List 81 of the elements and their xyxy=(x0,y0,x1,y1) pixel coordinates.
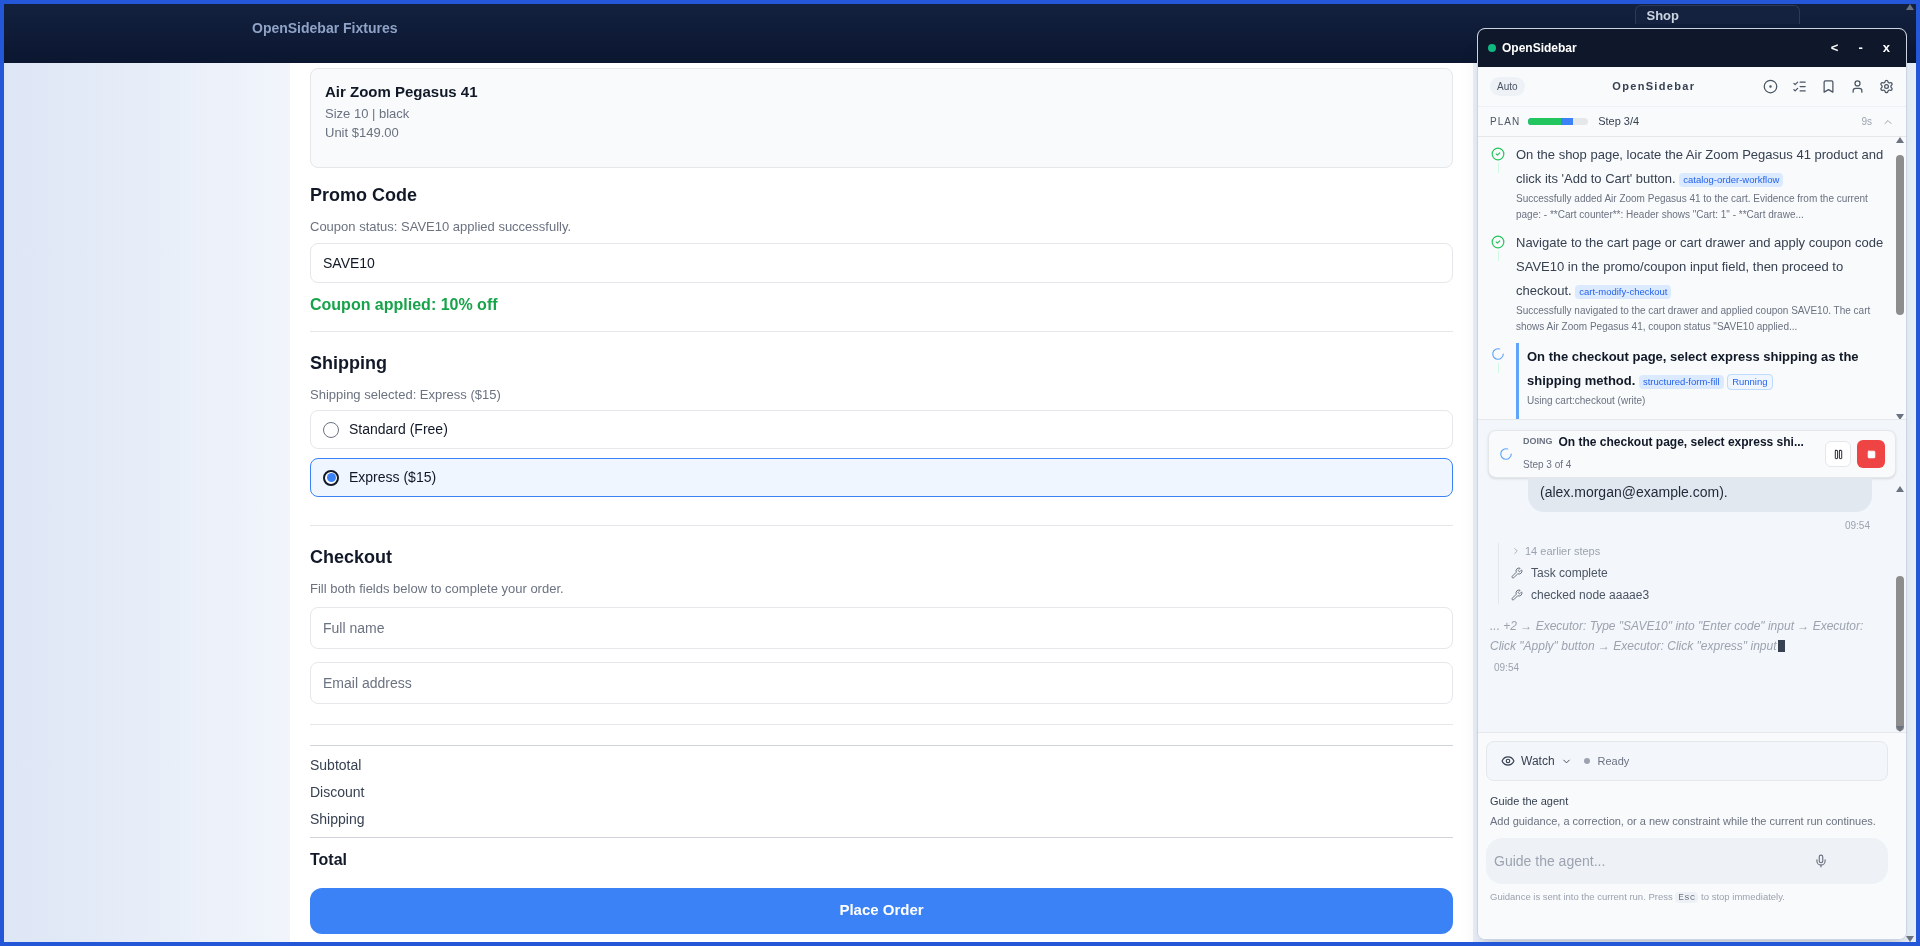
check-circle-icon xyxy=(1491,147,1505,161)
plan-label: PLAN xyxy=(1490,115,1521,129)
key-label: Esc xyxy=(1675,891,1699,903)
step-note: Successfully navigated to the cart drawer and applied coupon SAVE10. The cart shows Air Zoom Pegasus 41, coupon status "SAVE10 applied... xyxy=(1516,304,1872,334)
shipping-status: Shipping selected: Express ($15) xyxy=(310,385,502,404)
step-note: Using cart:checkout (write) xyxy=(1527,394,1647,408)
product-variant: Size 10 | black xyxy=(325,104,411,123)
sidebar-title: OpenSidebar xyxy=(1502,40,1577,57)
site-title: OpenSidebar Fixtures xyxy=(252,19,398,38)
coupon-status: Coupon status: SAVE10 applied successfully. xyxy=(310,218,573,236)
summary-label: Discount xyxy=(310,782,366,802)
summary-label: Shipping xyxy=(310,809,366,829)
step-text: On the checkout page, select express shipping as the shipping method. structured-form-fill Running xyxy=(1527,348,1860,392)
elapsed-time: 9s xyxy=(1861,115,1872,129)
window-button[interactable]: x xyxy=(1882,38,1890,58)
activity-log: ... +2 → Executor: Type "SAVE10" into "Enter code" input → Executor: Click "Apply" button → Executor: Click "express" input xyxy=(1490,617,1865,655)
step-text: Navigate to the cart page or cart drawer and apply coupon code SAVE10 in the promo/coupon input field, then proceed to checkout. cart-modify-checkout xyxy=(1516,234,1885,301)
wrench-icon xyxy=(1511,588,1523,601)
step-note: Successfully added Air Zoom Pegasus 41 to the cart. Evidence from the current page: - **Cart counter**: Header shows "Cart: 1" - **Cart drawe... xyxy=(1516,192,1869,222)
check-circle-icon xyxy=(1491,235,1505,249)
tool-call-text: Task complete xyxy=(1531,564,1608,582)
current-step-text: On the checkout page, select express shi... xyxy=(1558,434,1804,451)
window-button[interactable]: < xyxy=(1830,38,1839,58)
sidebar-heading: OpenSidebar xyxy=(1611,79,1697,95)
text-field[interactable]: Email address xyxy=(310,661,1453,704)
bookmark-icon[interactable] xyxy=(1821,79,1836,94)
scrollbar[interactable] xyxy=(1894,137,1906,419)
total-label: Total xyxy=(310,849,349,870)
microphone-icon[interactable] xyxy=(1814,853,1828,868)
window-button[interactable]: - xyxy=(1858,38,1863,58)
watch-dropdown[interactable]: Watch xyxy=(1501,752,1572,770)
product-name: Air Zoom Pegasus 41 xyxy=(325,82,479,102)
guide-description: Add guidance, a correction, or a new constraint while the current run continues. xyxy=(1490,813,1877,829)
place-order-button[interactable]: Place Order xyxy=(310,887,1453,934)
step-text: On the shop page, locate the Air Zoom Pegasus 41 product and click its 'Add to Cart' button. catalog-order-workflow xyxy=(1516,146,1885,189)
section-heading: Checkout xyxy=(310,546,393,569)
spinner-icon xyxy=(1491,347,1505,361)
user-icon[interactable] xyxy=(1850,79,1865,94)
skill-tag: cart-modify-checkout xyxy=(1575,284,1672,299)
pause-button[interactable] xyxy=(1825,441,1851,467)
section-heading: Promo Code xyxy=(310,184,418,207)
eye-icon xyxy=(1501,754,1515,768)
message-time: 09:54 xyxy=(1844,519,1870,533)
message-text: (alex.morgan@example.com). xyxy=(1540,484,1728,500)
status-badge: Running xyxy=(1727,373,1773,390)
radio-button[interactable] xyxy=(323,421,339,438)
settings-icon[interactable] xyxy=(1879,79,1894,94)
tool-call-text: checked node aaaae3 xyxy=(1531,586,1650,604)
pause-icon xyxy=(1832,448,1844,460)
wrench-icon xyxy=(1511,566,1523,579)
coupon-message: Coupon applied: 10% off xyxy=(310,294,499,315)
spinner-icon xyxy=(1499,447,1513,461)
step-counter: Step 3/4 xyxy=(1598,114,1640,130)
checklist-icon[interactable] xyxy=(1792,79,1807,94)
stop-button[interactable] xyxy=(1857,440,1885,468)
mode-badge: Auto xyxy=(1490,77,1525,96)
scrollbar[interactable] xyxy=(1904,4,1916,942)
store-select[interactable]: Shop xyxy=(1635,5,1801,24)
chevron-right-icon xyxy=(1511,546,1521,557)
guidance-footer: Guidance is sent into the current run. Press Esc to stop immediately. xyxy=(1490,889,1888,905)
skill-tag: structured-form-fill xyxy=(1638,374,1724,389)
skill-tag: catalog-order-workflow xyxy=(1679,172,1784,187)
cursor-block-icon xyxy=(1778,640,1786,653)
shipping-option[interactable]: Express ($15) xyxy=(310,458,1453,497)
product-price: Unit $149.00 xyxy=(325,124,400,142)
section-heading: Shipping xyxy=(310,351,388,375)
stop-icon xyxy=(1866,449,1876,459)
guidance-field[interactable]: Guide the agent... xyxy=(1486,837,1888,884)
ready-status: Ready xyxy=(1597,753,1630,769)
text-field[interactable]: Full name xyxy=(310,606,1453,649)
shipping-option[interactable]: Standard (Free) xyxy=(310,410,1453,449)
target-icon[interactable] xyxy=(1763,79,1778,94)
message-time: 09:54 xyxy=(1494,660,1521,675)
promo-code-field[interactable]: SAVE10 xyxy=(310,242,1453,283)
summary-label: Subtotal xyxy=(310,755,363,775)
checkout-hint: Fill both fields below to complete your order. xyxy=(310,580,565,598)
current-step-counter: Step 3 of 4 xyxy=(1523,459,1572,470)
doing-label: DOING xyxy=(1523,435,1553,449)
radio-button[interactable] xyxy=(323,469,339,486)
scrollbar[interactable] xyxy=(1894,486,1906,732)
guide-title: Guide the agent xyxy=(1490,794,1570,809)
